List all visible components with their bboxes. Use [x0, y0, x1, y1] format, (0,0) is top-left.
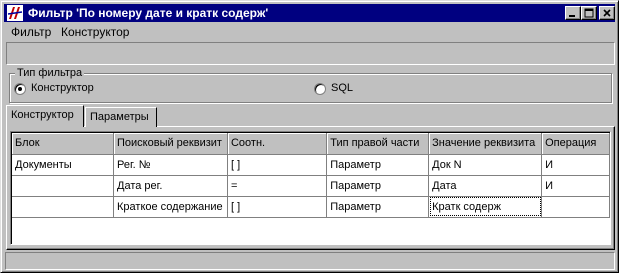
cell-attribute-value[interactable]: Кратк содерж — [428, 196, 543, 218]
cell-right-side-type[interactable]: Параметр — [326, 196, 430, 218]
maximize-icon — [584, 8, 594, 18]
column-header-relation[interactable]: Соотн. — [227, 133, 328, 155]
radio-sql[interactable] — [314, 83, 326, 95]
filter-type-group — [9, 73, 612, 103]
cell-block[interactable]: Документы — [12, 154, 114, 176]
radio-constructor-label[interactable]: Конструктор — [31, 82, 94, 94]
cell-block[interactable] — [12, 175, 114, 197]
title-bar[interactable]: Фильтр 'По номеру дате и кратк содерж' — [4, 4, 615, 22]
table-row: Документы Рег. № [ ] Параметр Док N И — [12, 154, 610, 176]
table-row: Краткое содержание [ ] Параметр Кратк со… — [12, 196, 610, 218]
window-title: Фильтр 'По номеру дате и кратк содерж' — [28, 6, 269, 20]
radio-sql-label[interactable]: SQL — [331, 82, 353, 94]
cell-relation[interactable]: [ ] — [227, 154, 328, 176]
criteria-table: Блок Поисковый реквизит Соотн. Тип право… — [12, 133, 610, 218]
tab-constructor[interactable]: Конструктор — [6, 105, 84, 127]
cell-operation[interactable]: И — [541, 154, 610, 176]
filter-window: Фильтр 'По номеру дате и кратк содерж' Ф… — [0, 0, 619, 273]
column-header-operation[interactable]: Операция — [541, 133, 610, 155]
minimize-button[interactable] — [565, 6, 581, 20]
tab-parameters[interactable]: Параметры — [85, 107, 157, 127]
menu-bar: Фильтр Конструктор — [4, 23, 615, 41]
status-bar — [5, 252, 615, 270]
radio-selected-dot — [18, 87, 22, 91]
cell-search-attribute[interactable]: Краткое содержание — [113, 196, 228, 218]
cell-operation[interactable] — [541, 196, 610, 218]
cell-attribute-value[interactable]: Док N — [428, 154, 543, 176]
minimize-icon — [569, 15, 575, 17]
close-button[interactable] — [599, 6, 615, 20]
cell-block[interactable] — [12, 196, 114, 218]
radio-constructor[interactable] — [14, 83, 26, 95]
column-header-search-attribute[interactable]: Поисковый реквизит — [113, 133, 228, 155]
cell-relation[interactable]: [ ] — [227, 196, 328, 218]
cell-attribute-value[interactable]: Дата — [428, 175, 543, 197]
column-header-attribute-value[interactable]: Значение реквизита — [428, 133, 543, 155]
table-row: Дата рег. = Параметр Дата И — [12, 175, 610, 197]
cell-right-side-type[interactable]: Параметр — [326, 175, 430, 197]
column-header-right-side-type[interactable]: Тип правой части — [326, 133, 430, 155]
cell-right-side-type[interactable]: Параметр — [326, 154, 430, 176]
cell-search-attribute[interactable]: Рег. № — [113, 154, 228, 176]
menu-item-constructor[interactable]: Конструктор — [58, 25, 132, 39]
toolbar — [6, 42, 615, 65]
app-icon — [7, 5, 23, 21]
cell-search-attribute[interactable]: Дата рег. — [113, 175, 228, 197]
cell-operation[interactable]: И — [541, 175, 610, 197]
maximize-button[interactable] — [581, 6, 597, 20]
header-row: Блок Поисковый реквизит Соотн. Тип право… — [12, 133, 610, 155]
criteria-grid[interactable]: Блок Поисковый реквизит Соотн. Тип право… — [10, 131, 611, 245]
cell-relation[interactable]: = — [227, 175, 328, 197]
menu-item-filter[interactable]: Фильтр — [8, 25, 54, 39]
filter-type-legend: Тип фильтра — [15, 67, 85, 79]
close-icon — [603, 9, 611, 17]
column-header-block[interactable]: Блок — [12, 133, 114, 155]
